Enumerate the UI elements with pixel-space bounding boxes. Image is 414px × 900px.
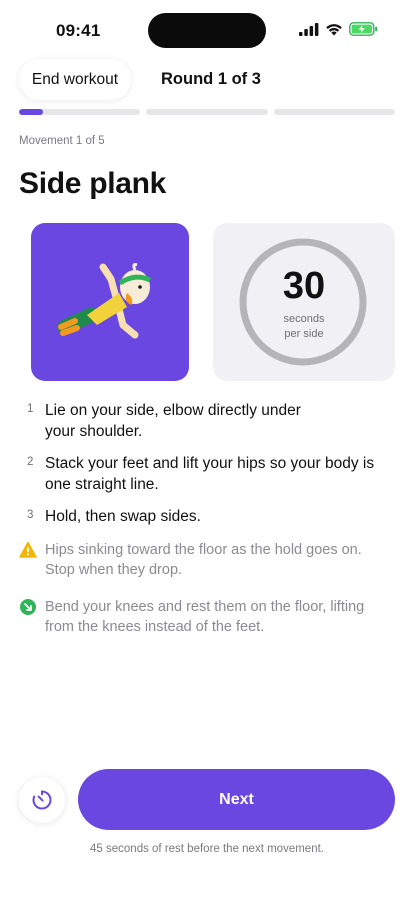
round-progress-bar bbox=[19, 109, 395, 115]
dynamic-island bbox=[148, 13, 266, 48]
step-item: 2 Stack your feet and lift your hips so … bbox=[27, 453, 397, 495]
step-number: 2 bbox=[27, 456, 34, 468]
battery-charging-icon bbox=[349, 22, 378, 36]
step-number: 1 bbox=[27, 403, 34, 415]
status-bar: 09:41 bbox=[0, 0, 414, 60]
step-number: 3 bbox=[27, 509, 34, 521]
common-mistake-note: Hips sinking toward the floor as the hol… bbox=[19, 540, 394, 580]
timer-unit-line-1: seconds bbox=[283, 313, 325, 325]
warning-text: Hips sinking toward the floor as the hol… bbox=[45, 540, 362, 580]
side-plank-illustration bbox=[57, 263, 152, 339]
step-text-line: Stack your feet and lift your hips so yo… bbox=[45, 455, 375, 472]
step-text: Lie on your side, elbow directly under y… bbox=[45, 400, 301, 442]
easier-option-note: Bend your knees and rest them on the flo… bbox=[19, 597, 394, 637]
step-text-line: your shoulder. bbox=[45, 423, 143, 440]
timer-unit: seconds per side bbox=[213, 312, 395, 342]
step-text-line: one straight line. bbox=[45, 476, 159, 493]
status-time: 09:41 bbox=[56, 21, 101, 40]
step-item: 1 Lie on your side, elbow directly under… bbox=[27, 400, 397, 442]
progress-segment-fill bbox=[19, 109, 44, 115]
progress-segment-3 bbox=[273, 109, 395, 115]
easier-option-text-line: Bend your knees and rest them on the flo… bbox=[45, 599, 365, 615]
warning-icon bbox=[19, 541, 37, 558]
status-icons bbox=[299, 22, 378, 36]
instruction-steps: 1 Lie on your side, elbow directly under… bbox=[27, 400, 397, 538]
timer-icon bbox=[32, 790, 52, 810]
exercise-illustration bbox=[31, 223, 189, 381]
next-button[interactable]: Next bbox=[78, 769, 395, 830]
rest-note: 45 seconds of rest before the next movem… bbox=[90, 843, 324, 855]
timer-value: 30 bbox=[282, 265, 326, 307]
step-item: 3 Hold, then swap sides. bbox=[27, 506, 397, 527]
step-text: Stack your feet and lift your hips so yo… bbox=[45, 453, 374, 495]
exercise-title: Side plank bbox=[19, 167, 167, 200]
step-text-line: Lie on your side, elbow directly under bbox=[45, 402, 301, 419]
easier-option-text: Bend your knees and rest them on the flo… bbox=[45, 597, 364, 637]
round-title: Round 1 of 3 bbox=[161, 70, 261, 88]
rest-timer-button[interactable] bbox=[19, 777, 65, 823]
progress-segment-2 bbox=[146, 109, 268, 115]
progress-segment-1 bbox=[19, 109, 141, 115]
wifi-icon bbox=[326, 23, 342, 35]
warning-text-line: Stop when they drop. bbox=[45, 562, 183, 578]
end-workout-button[interactable]: End workout bbox=[19, 59, 131, 100]
timer-unit-line-2: per side bbox=[284, 328, 324, 340]
timer-card: 30 seconds per side bbox=[213, 223, 395, 381]
easier-option-icon bbox=[20, 599, 36, 615]
easier-option-text-line: from the knees instead of the feet. bbox=[45, 619, 265, 635]
warning-text-line: Hips sinking toward the floor as the hol… bbox=[45, 542, 362, 558]
movement-counter: Movement 1 of 5 bbox=[19, 135, 105, 147]
step-text-line: Hold, then swap sides. bbox=[45, 508, 201, 525]
signal-icon bbox=[299, 22, 319, 36]
step-text: Hold, then swap sides. bbox=[45, 506, 201, 527]
